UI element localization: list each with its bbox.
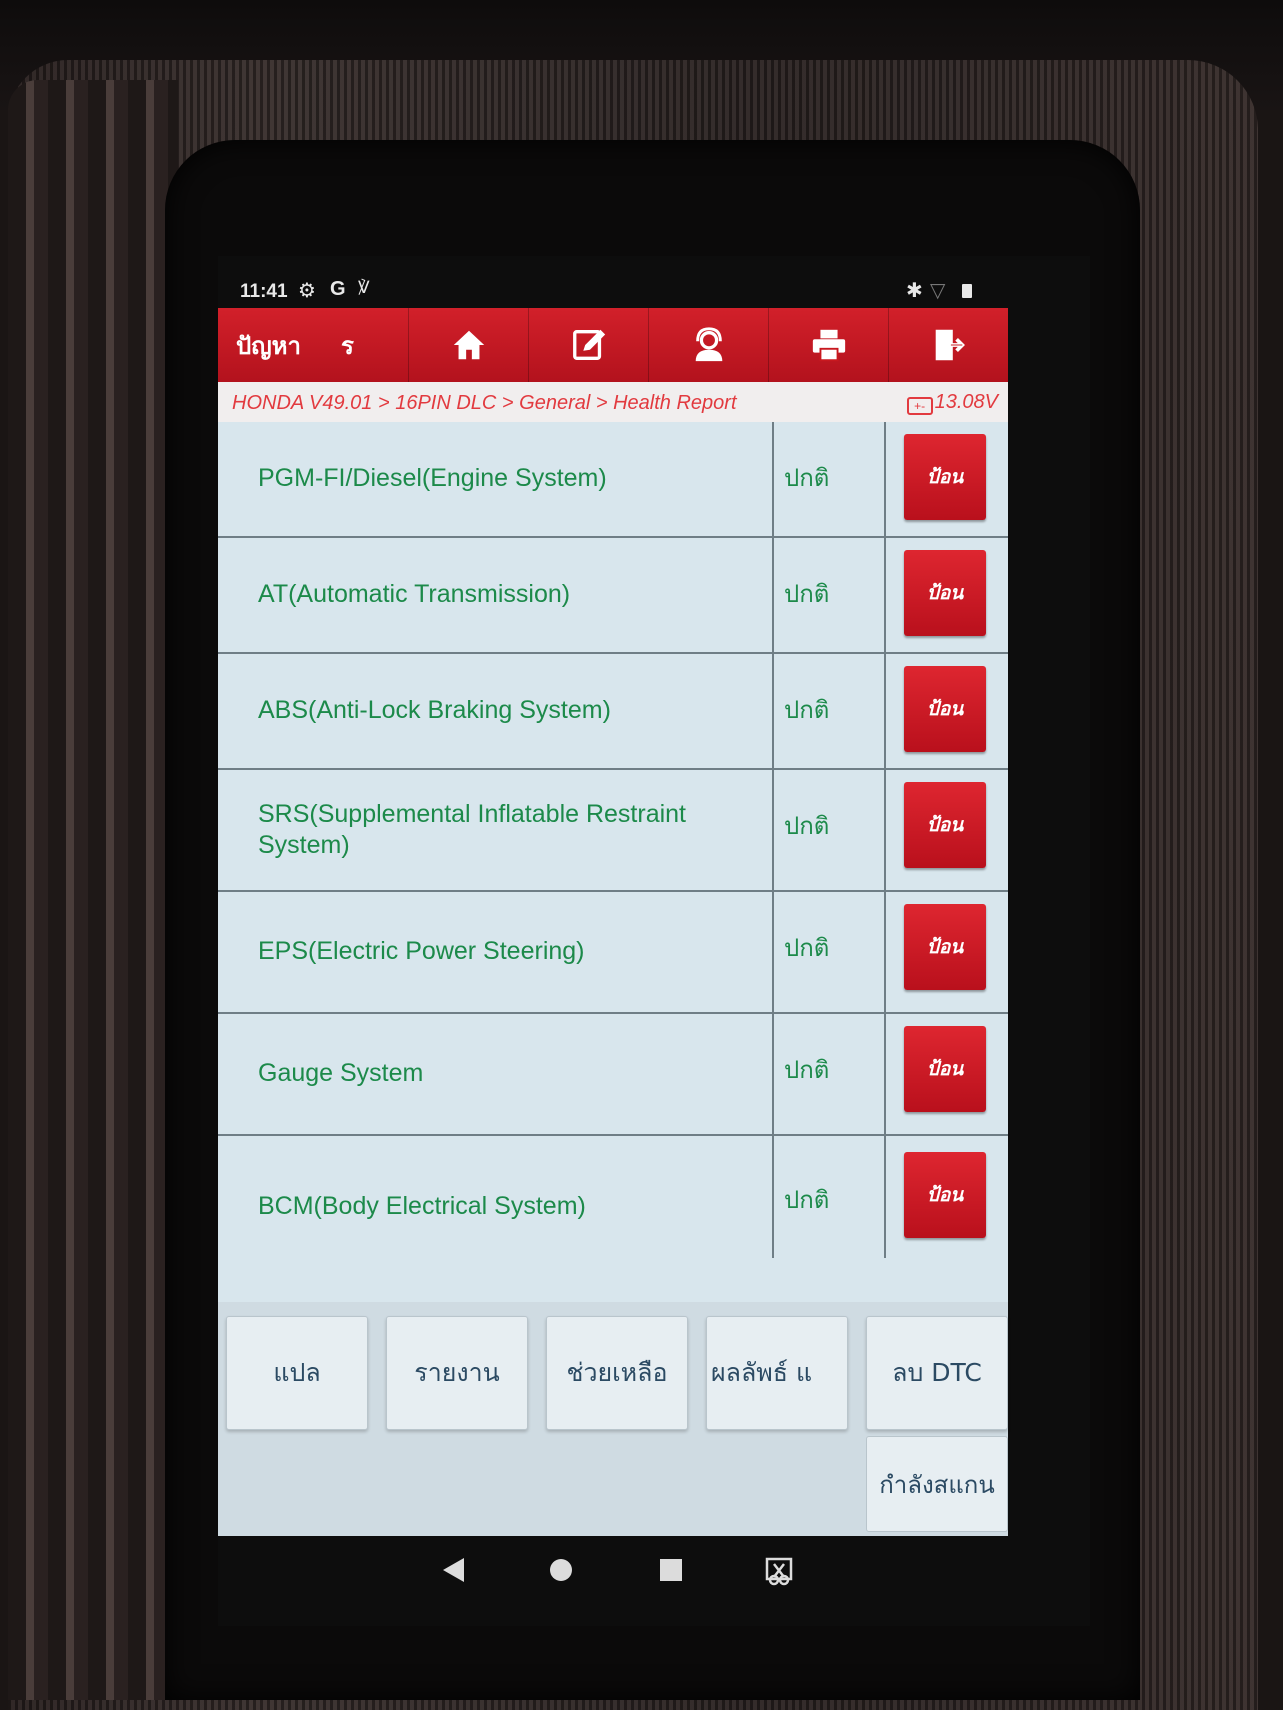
system-name: BCM(Body Electrical System) <box>218 1136 774 1258</box>
enter-button[interactable]: ป้อน <box>904 1152 986 1238</box>
home-icon <box>453 330 484 360</box>
toolbar-title-text: ปัญหา <box>236 331 301 360</box>
table-cell: ป้อน <box>886 538 1008 652</box>
settings-icon: ⚙ <box>298 278 316 302</box>
system-status: ปกติ <box>774 1136 886 1258</box>
system-name: AT(Automatic Transmission) <box>218 538 774 652</box>
table-cell: ป้อน <box>886 770 1008 890</box>
toolbar-title-suffix: ร <box>340 331 354 360</box>
status-bar: 11:41 ⚙ G ℣ ✱ ▽ <box>218 256 1090 308</box>
table-row[interactable]: ABS(Anti-Lock Braking System) ปกติ ป้อน <box>218 654 1008 770</box>
table-cell: ป้อน <box>886 1014 1008 1134</box>
recents-icon[interactable] <box>658 1556 684 1584</box>
help-button[interactable]: ช่วยเหลือ <box>546 1316 688 1430</box>
clear-dtc-button[interactable]: ลบ DTC <box>866 1316 1008 1430</box>
system-name: EPS(Electric Power Steering) <box>218 892 774 1012</box>
system-status: ปกติ <box>774 422 886 536</box>
table-cell: ป้อน <box>886 422 1008 536</box>
table-row[interactable]: Gauge System ปกติ ป้อน <box>218 1014 1008 1136</box>
table-row[interactable]: SRS(Supplemental Inflatable Restraint Sy… <box>218 770 1008 892</box>
wifi-icon: ▽ <box>930 278 946 302</box>
results-button[interactable]: ผลลัพธ์ แ <box>706 1316 848 1430</box>
table-row[interactable]: AT(Automatic Transmission) ปกติ ป้อน <box>218 538 1008 654</box>
system-status: ปกติ <box>774 770 886 890</box>
screenshot-icon[interactable] <box>764 1556 794 1586</box>
table-cell: ป้อน <box>886 654 1008 768</box>
translate-button[interactable]: แปล <box>226 1316 368 1430</box>
back-icon[interactable] <box>440 1556 466 1584</box>
enter-button[interactable]: ป้อน <box>904 1026 986 1112</box>
enter-button[interactable]: ป้อน <box>904 904 986 990</box>
enter-button[interactable]: ป้อน <box>904 666 986 752</box>
scanning-button[interactable]: กำลังสแกน <box>866 1436 1008 1532</box>
table-row[interactable]: EPS(Electric Power Steering) ปกติ ป้อน <box>218 892 1008 1014</box>
battery-voltage-value: 13.08V <box>934 391 998 413</box>
table-row[interactable]: PGM-FI/Diesel(Engine System) ปกติ ป้อน <box>218 422 1008 538</box>
battery-icon <box>962 284 972 298</box>
case-grooves <box>8 80 178 1700</box>
system-status: ปกติ <box>774 1014 886 1134</box>
breadcrumb: HONDA V49.01 > 16PIN DLC > General > Hea… <box>218 382 1008 422</box>
system-name: SRS(Supplemental Inflatable Restraint Sy… <box>218 770 774 890</box>
system-name: PGM-FI/Diesel(Engine System) <box>218 422 774 536</box>
system-status: ปกติ <box>774 654 886 768</box>
battery-voltage-icon: +- <box>906 397 933 415</box>
system-name: Gauge System <box>218 1014 774 1134</box>
enter-button[interactable]: ป้อน <box>904 782 986 868</box>
system-name: ABS(Anti-Lock Braking System) <box>218 654 774 768</box>
top-toolbar: ปัญหา ร <box>218 308 1008 382</box>
android-nav-bar <box>218 1536 1090 1626</box>
function-bar: แปล รายงาน ช่วยเหลือ ผลลัพธ์ แ ลบ DTC กำ… <box>218 1302 1008 1536</box>
table-cell: ป้อน <box>886 892 1008 1012</box>
system-status: ปกติ <box>774 892 886 1012</box>
exit-icon <box>935 329 965 361</box>
system-list: PGM-FI/Diesel(Engine System) ปกติ ป้อน A… <box>218 422 1008 1302</box>
stethoscope-icon: ℣ <box>358 278 370 298</box>
report-button[interactable]: รายงาน <box>386 1316 528 1430</box>
table-cell: ป้อน <box>886 1136 1008 1258</box>
status-time: 11:41 <box>240 281 288 302</box>
enter-button[interactable]: ป้อน <box>904 434 986 520</box>
edit-icon <box>572 329 605 360</box>
table-row[interactable]: BCM(Body Electrical System) ปกติ ป้อน <box>218 1136 1008 1258</box>
exit-button[interactable] <box>888 308 1008 382</box>
device-screen: 11:41 ⚙ G ℣ ✱ ▽ ปัญหา ร HONDA V49.01 > 1… <box>218 256 1090 1626</box>
print-icon <box>812 329 845 362</box>
breadcrumb-path: HONDA V49.01 > 16PIN DLC > General > Hea… <box>232 392 737 414</box>
system-status: ปกติ <box>774 538 886 652</box>
google-icon: G <box>330 278 346 300</box>
toolbar-title: ปัญหา ร <box>218 308 408 382</box>
bluetooth-icon: ✱ <box>906 278 923 302</box>
home-button[interactable] <box>408 308 528 382</box>
print-button[interactable] <box>768 308 888 382</box>
support-button[interactable] <box>648 308 768 382</box>
enter-button[interactable]: ป้อน <box>904 550 986 636</box>
battery-voltage: +- 13.08V <box>906 391 998 415</box>
edit-button[interactable] <box>528 308 648 382</box>
support-icon <box>695 327 722 362</box>
home-nav-icon[interactable] <box>548 1556 574 1584</box>
